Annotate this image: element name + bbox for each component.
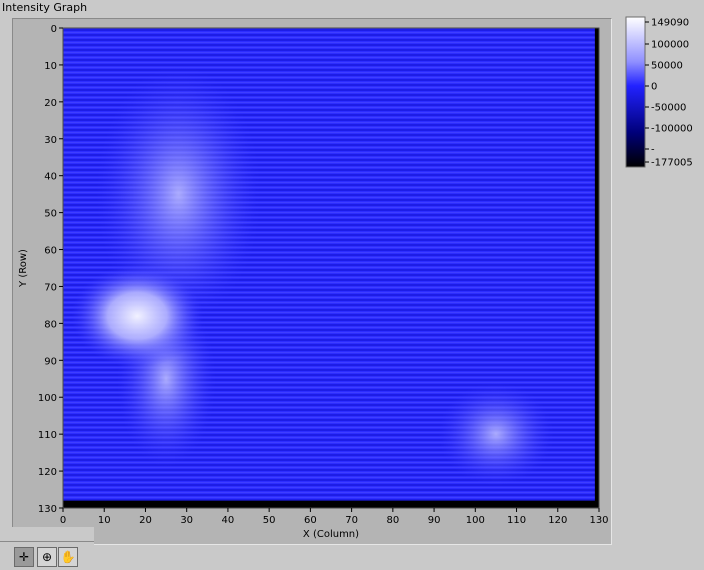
x-tick-label: 60	[304, 515, 317, 526]
y-tick-label: 120	[38, 467, 57, 478]
y-tick-label: 40	[44, 172, 57, 183]
x-tick-label: 130	[589, 515, 608, 526]
bright-lower-right	[438, 382, 554, 486]
x-tick-label: 30	[180, 515, 193, 526]
intensity-graph-svg: 0 10 20 30 40 50 60 70 80 90 100 110 120 130010203040…	[18, 24, 609, 540]
x-tick-label: 80	[386, 515, 399, 526]
x-tick-label: 120	[548, 515, 567, 526]
x-tick-label: 70	[345, 515, 358, 526]
heatmap-area[interactable]	[63, 28, 599, 508]
x-tick-label: 20	[139, 515, 152, 526]
colorbar-ramp	[625, 16, 646, 168]
zoom-tool-icon[interactable]: ⊕	[37, 547, 57, 567]
y-axis-label: Y (Row)	[18, 249, 29, 288]
x-tick-label: 90	[428, 515, 441, 526]
colorbar-legend: 149090 100000 50000 0 -50000 -100000 - -177005	[625, 16, 693, 169]
x-axis-label: X (Column)	[303, 529, 359, 540]
y-tick-label: 80	[44, 319, 57, 330]
y-tick-label: 100	[38, 393, 57, 404]
y-tick-label: 60	[44, 246, 57, 257]
colorbar-tick-label: -	[651, 145, 655, 156]
colorbar-tick-label: 149090	[651, 18, 689, 29]
colorbar-tick-label: -177005	[651, 158, 693, 169]
dark-strip-bottom	[63, 500, 599, 508]
x-tick-label: 110	[507, 515, 526, 526]
x-tick-label: 10	[98, 515, 111, 526]
y-tick-label: 0	[51, 24, 57, 35]
intensity-graph[interactable]: 0 10 20 30 40 50 60 70 80 90 100 110 120 130 0 10 20 30 40…	[12, 18, 612, 545]
y-tick-label: 30	[44, 135, 57, 146]
bright-spot	[71, 264, 204, 368]
colorbar-tick-label: 100000	[651, 40, 689, 51]
y-tick-label: 130	[38, 504, 57, 515]
colorbar-tick-label: -50000	[651, 103, 686, 114]
window-title: Intensity Graph	[2, 1, 88, 14]
x-tick-label: 50	[263, 515, 276, 526]
y-tick-label: 50	[44, 209, 57, 220]
y-tick-label: 20	[44, 98, 57, 109]
y-tick-label: 70	[44, 282, 57, 293]
x-tick-label: 0	[60, 515, 66, 526]
x-tick-label: 100	[466, 515, 485, 526]
x-tick-label: 40	[222, 515, 235, 526]
colorbar-tick-label: 50000	[651, 61, 683, 72]
cursor-tool-icon[interactable]: ✛	[14, 547, 34, 567]
colorbar-tick-label: -100000	[651, 124, 693, 135]
y-tick-label: 10	[44, 61, 57, 72]
y-tick-label: 110	[38, 430, 57, 441]
graph-palette: ✛ ⊕ ✋	[0, 527, 94, 570]
colorbar-tick-label: 0	[651, 82, 657, 93]
palette-divider	[0, 541, 94, 542]
pan-tool-icon[interactable]: ✋	[58, 547, 78, 567]
y-tick-label: 90	[44, 356, 57, 367]
dark-strip-right	[594, 28, 599, 508]
